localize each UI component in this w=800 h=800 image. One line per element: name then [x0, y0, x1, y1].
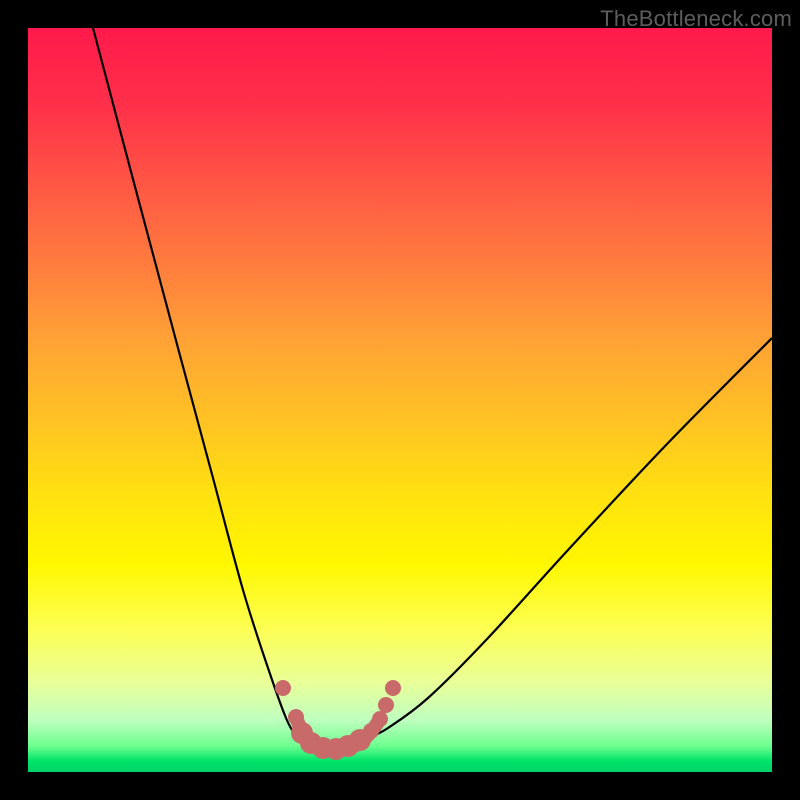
bottleneck-curve — [93, 28, 772, 748]
plot-area — [28, 28, 772, 772]
watermark-text: TheBottleneck.com — [600, 6, 792, 32]
trough-markers-group — [275, 680, 401, 760]
chart-frame: TheBottleneck.com — [0, 0, 800, 800]
trough-marker-dot — [372, 711, 388, 727]
trough-marker-dot — [385, 680, 401, 696]
trough-marker-dot — [378, 697, 394, 713]
curve-layer — [28, 28, 772, 772]
trough-marker-dot — [275, 680, 291, 696]
curve-path — [93, 28, 772, 748]
